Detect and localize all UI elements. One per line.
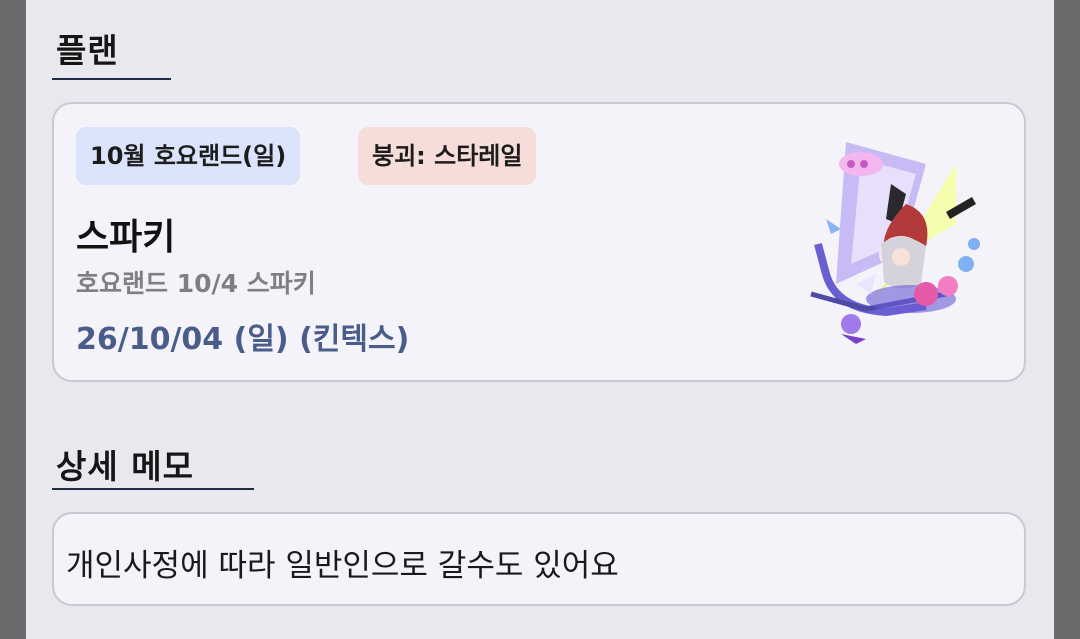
plan-subtitle: 호요랜드 10/4 스파키 bbox=[76, 269, 316, 298]
memo-text: 개인사정에 따라 일반인으로 갈수도 있어요 bbox=[66, 548, 619, 584]
plan-card[interactable]: 10월 호요랜드(일) 붕괴: 스타레일 스파키 호요랜드 10/4 스파키 2… bbox=[52, 102, 1026, 382]
game-badge: 붕괴: 스타레일 bbox=[358, 127, 537, 185]
memo-section-title: 상세 메모 bbox=[56, 447, 194, 486]
memo-card[interactable]: 개인사정에 따라 일반인으로 갈수도 있어요 bbox=[52, 512, 1026, 606]
plan-section-underline bbox=[52, 78, 171, 80]
plan-date: 26/10/04 (일) (킨텍스) bbox=[76, 322, 410, 357]
plan-section-title: 플랜 bbox=[56, 31, 119, 70]
plan-name: 스파키 bbox=[76, 217, 176, 258]
content-sheet: 플랜 10월 호요랜드(일) 붕괴: 스타레일 스파키 호요랜드 10/4 스파… bbox=[26, 0, 1054, 639]
event-badge: 10월 호요랜드(일) bbox=[76, 127, 301, 185]
memo-section-underline bbox=[52, 488, 254, 490]
character-artwork-image bbox=[810, 142, 980, 344]
